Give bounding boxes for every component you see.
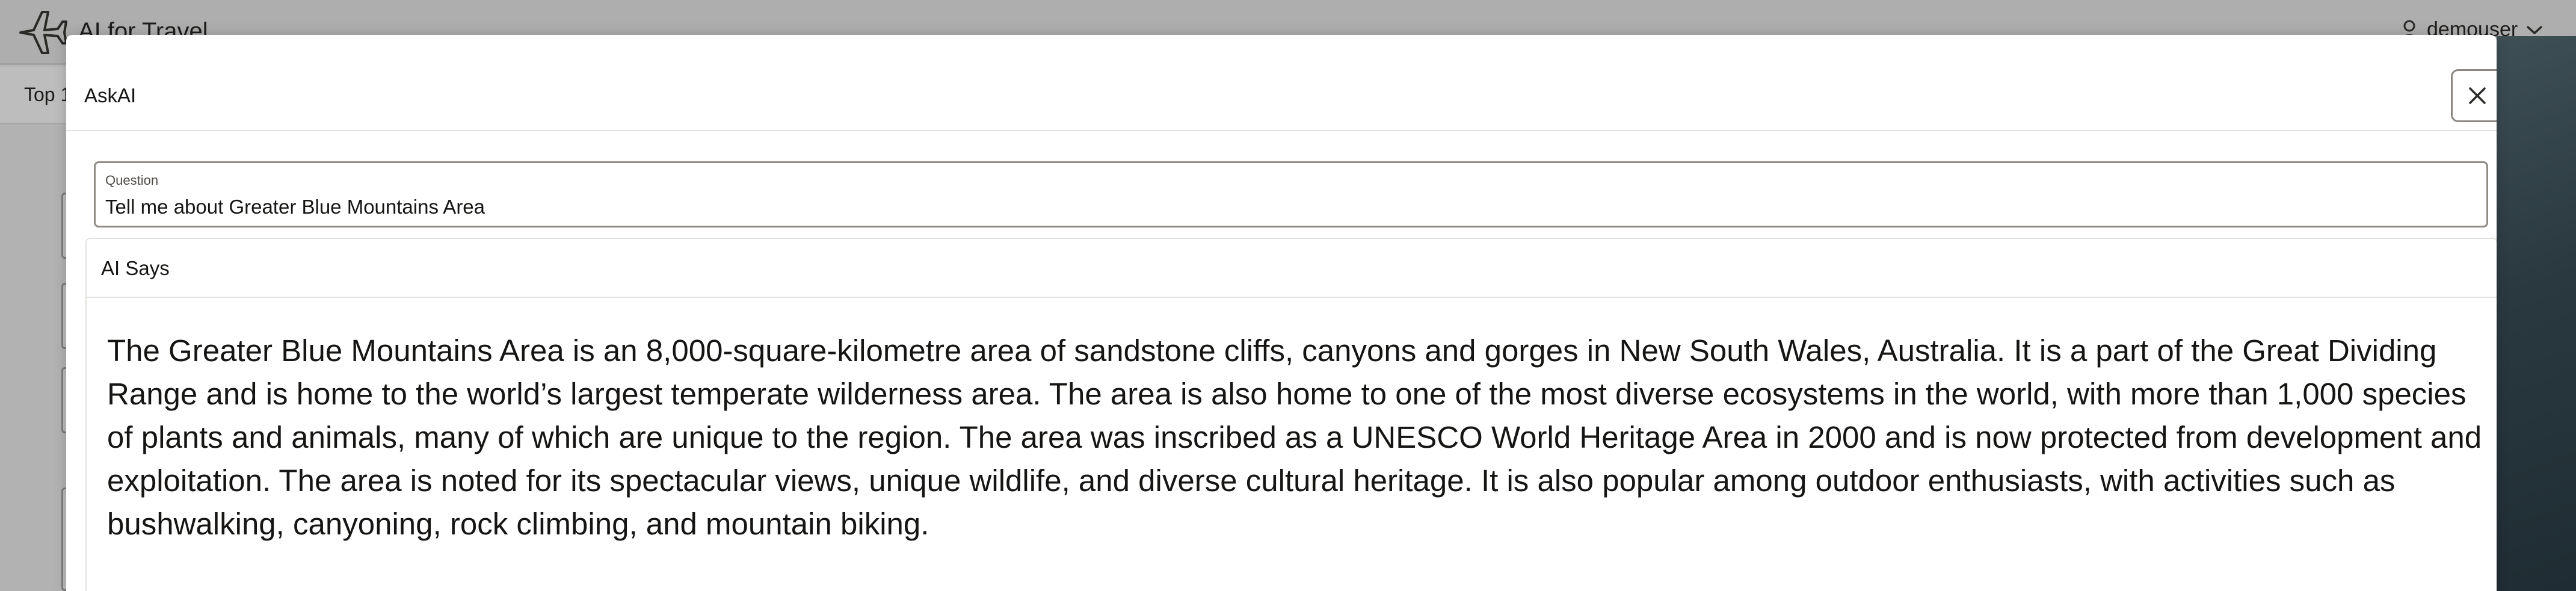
close-button[interactable] xyxy=(2451,69,2497,122)
dialog-title: AskAI xyxy=(84,84,137,107)
subbar-tab[interactable]: Top 1 xyxy=(24,84,71,106)
background-panel xyxy=(0,126,66,591)
chevron-down-icon xyxy=(2526,24,2543,36)
background-photo xyxy=(2497,36,2576,591)
question-input[interactable] xyxy=(105,196,2451,218)
answer-title: AI Says xyxy=(101,257,170,279)
question-field[interactable]: Question xyxy=(94,161,2488,227)
answer-header: AI Says xyxy=(87,239,2497,298)
airplane-icon[interactable] xyxy=(18,8,69,57)
dialog-header: AskAI xyxy=(66,35,2497,131)
close-icon xyxy=(2467,85,2488,106)
answer-text: The Greater Blue Mountains Area is an 8,… xyxy=(107,333,2482,541)
question-label: Question xyxy=(105,173,159,188)
ai-answer-region: AI Says The Greater Blue Mountains Area … xyxy=(85,238,2497,591)
askai-dialog: AskAI Question AI Says The Greater Blue … xyxy=(66,35,2497,591)
